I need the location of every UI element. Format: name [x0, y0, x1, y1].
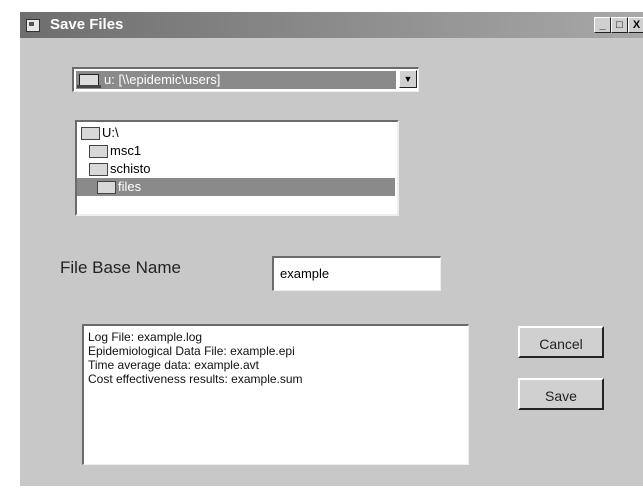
- minimize-button[interactable]: _: [594, 17, 611, 33]
- file-base-name-label: File Base Name: [60, 258, 181, 277]
- output-file-line: Time average data: example.avt: [88, 358, 259, 372]
- output-file-line: Cost effectiveness results: example.sum: [88, 372, 303, 386]
- output-file-line: Log File: example.log: [88, 330, 203, 344]
- cancel-button[interactable]: Cancel: [518, 326, 604, 358]
- folder-item-files[interactable]: files: [77, 178, 395, 196]
- app-icon: [26, 19, 40, 32]
- save-files-window: Save Files _ □ X u: [\\epidemic\users] ▼…: [20, 12, 643, 486]
- window-title: Save Files: [50, 16, 124, 33]
- file-base-name-input[interactable]: [280, 264, 430, 282]
- folder-item-root[interactable]: U:\: [81, 124, 119, 142]
- folder-open-icon: [89, 163, 108, 177]
- folder-label: schisto: [110, 161, 151, 176]
- folder-item-schisto[interactable]: schisto: [89, 160, 150, 178]
- folder-open-icon: [81, 127, 100, 141]
- file-base-name-field[interactable]: [272, 256, 441, 291]
- folder-label: files: [118, 179, 142, 194]
- folder-label: U:\: [102, 125, 119, 140]
- save-button[interactable]: Save: [518, 378, 604, 410]
- folder-item-msc1[interactable]: msc1: [89, 142, 141, 160]
- folder-tree[interactable]: U:\ msc1 schisto files: [75, 120, 399, 216]
- folder-label: msc1: [110, 143, 142, 158]
- network-drive-icon: [77, 74, 101, 88]
- drive-selected-label: u: [\\epidemic\users]: [104, 72, 221, 87]
- output-files-box: Log File: example.log Epidemiological Da…: [82, 324, 469, 465]
- close-button[interactable]: X: [628, 17, 643, 33]
- chevron-down-icon[interactable]: ▼: [399, 70, 417, 88]
- folder-open-icon: [89, 145, 108, 159]
- maximize-button[interactable]: □: [611, 17, 628, 33]
- drive-selection: u: [\\epidemic\users]: [76, 71, 396, 89]
- drive-dropdown[interactable]: u: [\\epidemic\users] ▼: [72, 67, 419, 92]
- title-bar: Save Files _ □ X: [20, 12, 643, 38]
- output-file-line: Epidemiological Data File: example.epi: [88, 344, 295, 358]
- folder-open-icon: [97, 181, 116, 195]
